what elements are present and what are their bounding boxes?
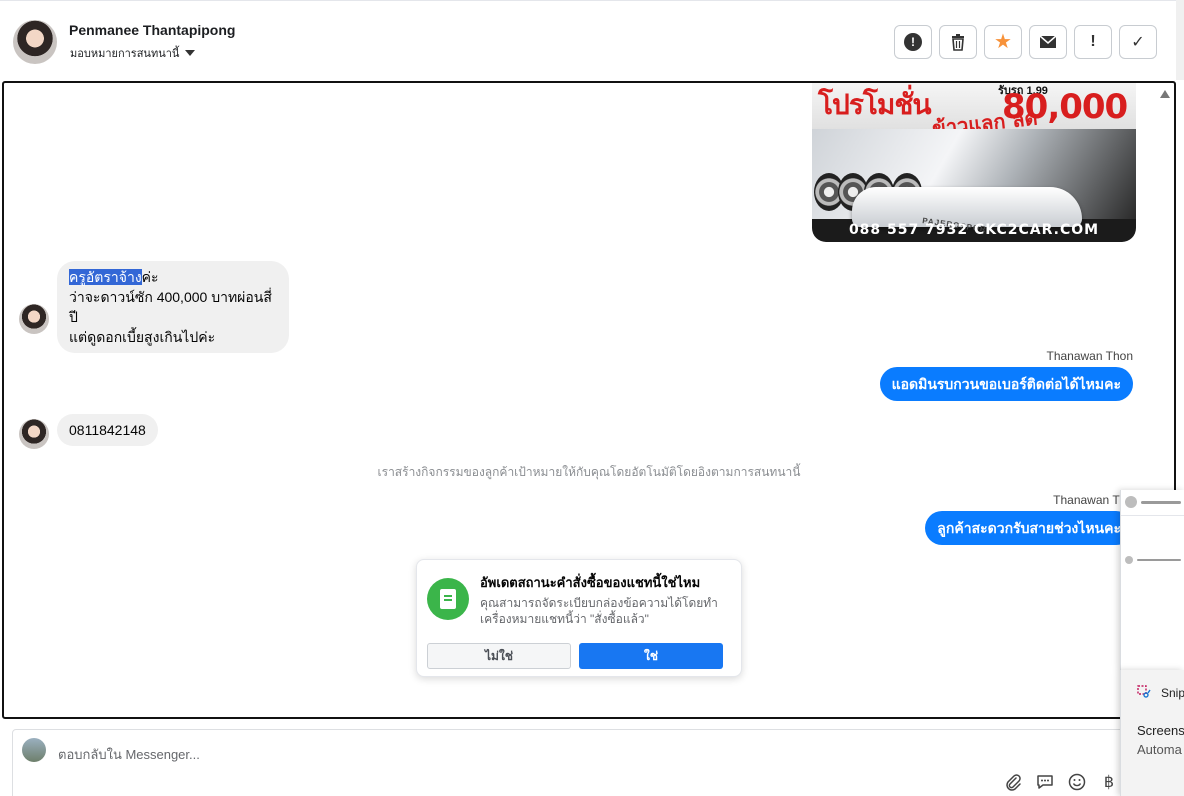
- prompt-title: อัพเดตสถานะคำสั่งซื้อของแชทนี้ใช่ไหม: [480, 575, 701, 590]
- promo-title: โปรโมชั่น: [818, 88, 931, 121]
- prompt-body: คุณสามารถจัดระเบียบกล่องข้อความได้โดยทำเ…: [480, 596, 718, 626]
- message-text: ค่ะ: [141, 269, 159, 285]
- sender-avatar[interactable]: [19, 304, 49, 334]
- order-status-prompt: อัพเดตสถานะคำสั่งซื้อของแชทนี้ใช่ไหม คุณ…: [416, 559, 742, 677]
- receipt-icon: [427, 578, 469, 620]
- star-button[interactable]: ★: [984, 25, 1022, 59]
- composer-tools: ฿: [1003, 772, 1119, 792]
- sender-avatar[interactable]: [19, 419, 49, 449]
- no-button[interactable]: ไม่ใช่: [427, 643, 571, 669]
- promo-phone: 088 557 7932 CKC2CAR.COM: [848, 222, 1100, 238]
- notification-panel[interactable]: [1120, 490, 1184, 670]
- envelope-icon: [1039, 35, 1057, 48]
- page-avatar: [22, 738, 46, 762]
- saved-replies-button[interactable]: [1035, 772, 1055, 792]
- snip-title: Screens: [1137, 723, 1184, 738]
- assign-dropdown[interactable]: มอบหมายการสนทนานี้: [70, 44, 196, 62]
- flag-button[interactable]: !: [1074, 25, 1112, 59]
- emoji-button[interactable]: [1067, 772, 1087, 792]
- delete-button[interactable]: [939, 25, 977, 59]
- contact-avatar[interactable]: [13, 20, 57, 64]
- payment-button[interactable]: ฿: [1099, 772, 1119, 792]
- yes-button[interactable]: ใช่: [579, 643, 723, 669]
- report-spam-button[interactable]: !: [894, 25, 932, 59]
- mark-done-button[interactable]: ✓: [1119, 25, 1157, 59]
- promo-image[interactable]: โปรโมชั่น รับรถ 1.99 80,000 ข้าวแลก ลด P…: [812, 83, 1136, 242]
- star-icon: ★: [994, 31, 1012, 53]
- smiley-icon: [1068, 773, 1086, 791]
- alert-circle-icon: !: [904, 33, 922, 51]
- contact-name[interactable]: Penmanee Thantapipong: [69, 22, 235, 38]
- conversation-header: Penmanee Thantapipong มอบหมายการสนทนานี้…: [0, 0, 1176, 80]
- reply-input[interactable]: ตอบกลับใน Messenger...: [58, 744, 200, 765]
- message-thread[interactable]: โปรโมชั่น รับรถ 1.99 80,000 ข้าวแลก ลด P…: [2, 81, 1176, 719]
- car-photo: PAJEROSPORT: [812, 129, 1136, 235]
- attach-button[interactable]: [1003, 772, 1023, 792]
- window-scrollbar[interactable]: [1176, 0, 1184, 80]
- check-icon: ✓: [1131, 34, 1145, 51]
- header-actions: ! ★ ! ✓: [894, 25, 1157, 59]
- snip-subtitle: Automa: [1137, 742, 1182, 757]
- selected-text: ครูอัตราจ้าง: [69, 269, 142, 285]
- incoming-message[interactable]: 0811842148: [57, 414, 158, 446]
- outgoing-message[interactable]: แอดมินรบกวนขอเบอร์ติดต่อได้ไหมคะ: [879, 367, 1133, 401]
- exclamation-icon: !: [1090, 33, 1096, 50]
- assign-label: มอบหมายการสนทนานี้: [70, 48, 180, 60]
- message-text: แต่ดูดอกเบี้ยสูงเกินไปค่ะ: [69, 329, 216, 345]
- mark-unread-button[interactable]: [1029, 25, 1067, 59]
- scissors-icon: [1137, 685, 1151, 698]
- chevron-down-icon: [185, 50, 196, 56]
- chat-bubble-icon: [1037, 775, 1053, 789]
- snip-sketch-toast[interactable]: Snip Screens Automa: [1120, 670, 1184, 796]
- sender-name: Thanawan Thon: [1046, 349, 1133, 363]
- baht-icon: ฿: [1103, 774, 1115, 791]
- incoming-message[interactable]: ครูอัตราจ้างค่ะ ว่าจะดาวน์ซัก 400,000 บา…: [57, 261, 289, 353]
- message-text: ว่าจะดาวน์ซัก 400,000 บาทผ่อนสี่ปี: [69, 289, 272, 325]
- reply-composer: ตอบกลับใน Messenger... ฿: [12, 729, 1176, 796]
- paperclip-icon: [1006, 774, 1021, 791]
- snip-app-name: Snip: [1161, 686, 1184, 700]
- scroll-up-arrow-icon[interactable]: [1160, 90, 1170, 98]
- outgoing-message[interactable]: ลูกค้าสะดวกรับสายช่วงไหนคะ: [925, 511, 1133, 545]
- system-note: เราสร้างกิจกรรมของลูกค้าเป้าหมายให้กับคุ…: [377, 465, 801, 479]
- trash-icon: [952, 34, 964, 51]
